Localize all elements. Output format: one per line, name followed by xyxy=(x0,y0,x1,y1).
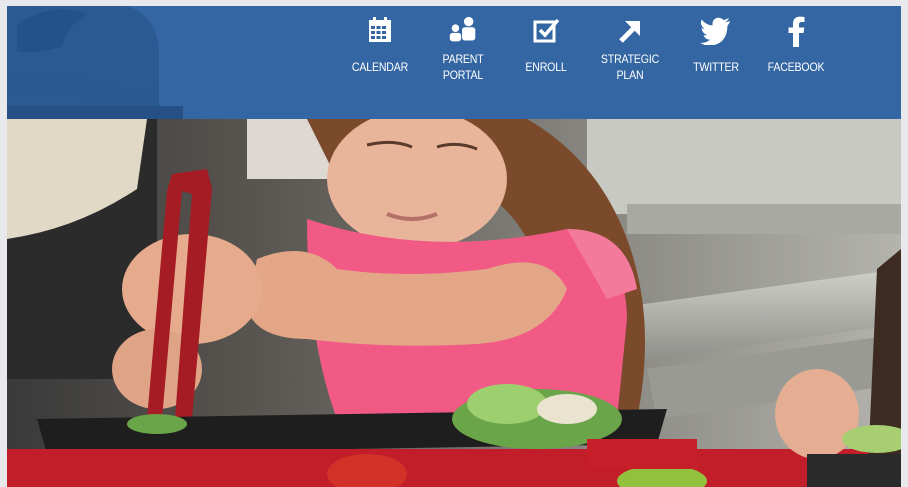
twitter-icon xyxy=(699,14,733,48)
nav-parent-portal[interactable]: PARENT PORTAL xyxy=(418,6,508,119)
nav-facebook-label: FACEBOOK xyxy=(767,62,825,74)
parent-portal-icon xyxy=(446,14,480,48)
nav-calendar-label: CALENDAR xyxy=(351,62,409,74)
nav-parent-portal-label: PARENT PORTAL xyxy=(442,54,484,82)
nav-strategic-plan[interactable]: STRATEGIC PLAN xyxy=(584,6,676,119)
nav-enroll-label: ENROLL xyxy=(525,62,567,74)
nav-twitter-label: TWITTER xyxy=(693,62,739,74)
nav-twitter[interactable]: TWITTER xyxy=(676,6,756,119)
site-header: CALENDAR PARENT PORTAL ENROLL STRATEGIC … xyxy=(7,6,901,119)
nav-strategic-plan-label: STRATEGIC PLAN xyxy=(600,54,660,82)
nav-calendar[interactable]: CALENDAR xyxy=(342,6,418,119)
facebook-icon xyxy=(779,14,813,48)
page-frame: CALENDAR PARENT PORTAL ENROLL STRATEGIC … xyxy=(7,6,901,487)
nav-facebook[interactable]: FACEBOOK xyxy=(756,6,836,119)
calendar-icon xyxy=(363,14,397,48)
school-logo[interactable] xyxy=(7,6,187,119)
enroll-checkbox-icon xyxy=(529,14,563,48)
arrow-up-right-icon xyxy=(613,14,647,48)
hero-photo xyxy=(7,119,901,487)
nav-enroll[interactable]: ENROLL xyxy=(508,6,584,119)
top-nav: CALENDAR PARENT PORTAL ENROLL STRATEGIC … xyxy=(342,6,836,119)
